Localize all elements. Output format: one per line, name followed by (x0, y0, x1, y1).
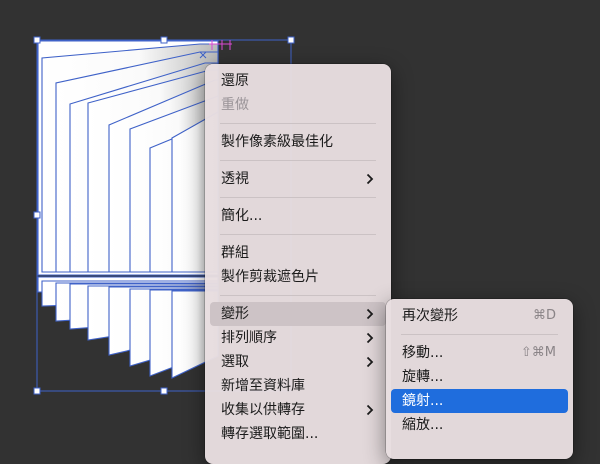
menu-item-label: 變形 (221, 306, 249, 322)
menu-item-label: 縮放... (402, 417, 444, 433)
menu-item-label: 簡化... (221, 208, 263, 224)
menu-item-make-clipping-mask[interactable]: 製作剪裁遮色片 (210, 265, 386, 289)
menu-item-label: 重做 (221, 97, 249, 113)
menu-item-label: 收集以供轉存 (221, 402, 305, 418)
shortcut-label: ⇧⌘M (520, 345, 556, 360)
menu-item-group[interactable]: 群組 (210, 241, 386, 265)
transform-submenu: 再次變形 ⌘D 移動... ⇧⌘M 旋轉... 鏡射... 縮放... (386, 299, 573, 459)
menu-item-label: 選取 (221, 354, 249, 370)
menu-item-arrange[interactable]: 排列順序 (210, 326, 386, 350)
menu-item-label: 新增至資料庫 (221, 378, 305, 394)
menu-item-pixel-optimize[interactable]: 製作像素級最佳化 (210, 130, 386, 154)
menu-item-label: 旋轉... (402, 369, 444, 385)
submenu-item-rotate[interactable]: 旋轉... (391, 365, 568, 389)
submenu-item-reflect[interactable]: 鏡射... (391, 389, 568, 413)
menu-item-transform[interactable]: 變形 (210, 302, 386, 326)
menu-item-label: 透視 (221, 171, 249, 187)
menu-item-label: 鏡射... (402, 393, 444, 409)
resize-handle-top[interactable] (160, 36, 168, 44)
chevron-right-icon (364, 398, 376, 422)
resize-handle-bottom-left[interactable] (33, 387, 41, 395)
menu-item-label: 製作像素級最佳化 (221, 134, 333, 150)
menu-item-add-to-library[interactable]: 新增至資料庫 (210, 374, 386, 398)
menu-item-undo[interactable]: 還原 (210, 69, 386, 93)
menu-separator (220, 234, 376, 235)
menu-separator (220, 123, 376, 124)
chevron-right-icon (364, 326, 376, 350)
submenu-item-scale[interactable]: 縮放... (391, 413, 568, 437)
menu-separator (220, 295, 376, 296)
chevron-right-icon (364, 302, 376, 326)
resize-handle-left[interactable] (33, 211, 41, 219)
menu-item-label: 還原 (221, 73, 249, 89)
menu-separator (220, 197, 376, 198)
menu-item-simplify[interactable]: 簡化... (210, 204, 386, 228)
fanned-pages-artwork[interactable] (37, 40, 219, 379)
submenu-item-move[interactable]: 移動... ⇧⌘M (391, 341, 568, 365)
menu-item-label: 排列順序 (221, 330, 277, 346)
context-menu: 還原 重做 製作像素級最佳化 透視 簡化... 群組 製作剪裁遮色片 變形 排列… (205, 64, 391, 464)
menu-item-collect-for-export[interactable]: 收集以供轉存 (210, 398, 386, 422)
chevron-right-icon (364, 350, 376, 374)
resize-handle-bottom[interactable] (160, 387, 168, 395)
menu-item-label: 移動... (402, 345, 444, 361)
menu-item-perspective[interactable]: 透視 (210, 167, 386, 191)
resize-handle-top-right[interactable] (287, 36, 295, 44)
menu-item-label: 群組 (221, 245, 249, 261)
menu-separator (401, 334, 558, 335)
submenu-item-transform-again[interactable]: 再次變形 ⌘D (391, 304, 568, 328)
menu-item-export-selection[interactable]: 轉存選取範圍... (210, 422, 386, 446)
resize-handle-top-left[interactable] (33, 36, 41, 44)
smart-guide-marker (209, 40, 232, 50)
shortcut-label: ⌘D (532, 308, 556, 323)
menu-item-label: 再次變形 (402, 308, 458, 324)
menu-item-label: 製作剪裁遮色片 (221, 269, 319, 285)
menu-separator (220, 160, 376, 161)
chevron-right-icon (364, 167, 376, 191)
menu-item-redo: 重做 (210, 93, 386, 117)
menu-item-select[interactable]: 選取 (210, 350, 386, 374)
menu-item-label: 轉存選取範圍... (221, 426, 319, 442)
